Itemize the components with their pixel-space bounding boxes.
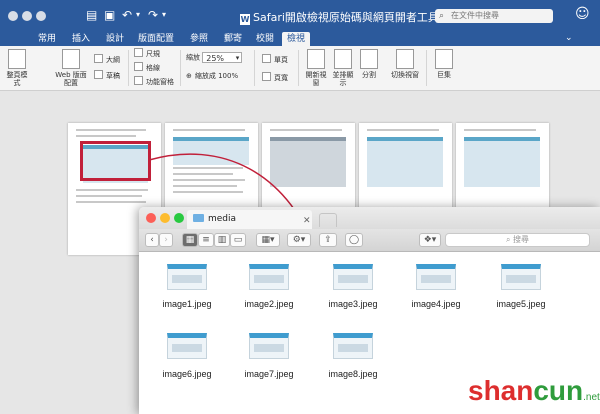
jpeg-thumbnail-icon	[249, 264, 289, 290]
file-name: image7.jpeg	[244, 369, 294, 379]
file-name: image6.jpeg	[162, 369, 212, 379]
finder-title-bar: media ✕	[139, 207, 600, 229]
arrange-button[interactable]: ▦▾	[256, 233, 280, 247]
jpeg-thumbnail-icon	[167, 333, 207, 359]
new-tab-button[interactable]	[319, 213, 337, 227]
forward-button[interactable]: ›	[159, 233, 173, 247]
finder-close-button[interactable]	[146, 213, 156, 223]
finder-search-field[interactable]: ⌕ 搜尋	[445, 233, 590, 247]
watermark-suffix: .net	[583, 392, 600, 403]
file-name: image8.jpeg	[328, 369, 378, 379]
share-button[interactable]: ⇪	[319, 233, 337, 247]
jpeg-thumbnail-icon	[333, 264, 373, 290]
jpeg-thumbnail-icon	[249, 333, 289, 359]
file-name: image1.jpeg	[162, 299, 212, 309]
watermark-text-b: cun	[533, 375, 584, 406]
jpeg-thumbnail-icon	[333, 333, 373, 359]
search-icon: ⌕	[505, 235, 514, 244]
folder-name: media	[208, 214, 237, 224]
column-view-button[interactable]: ▥	[214, 233, 230, 247]
list-view-button[interactable]: ≡	[198, 233, 214, 247]
finder-search-placeholder: 搜尋	[513, 235, 530, 244]
icon-view-button[interactable]: ▦	[182, 233, 198, 247]
jpeg-thumbnail-icon	[167, 264, 207, 290]
file-name: image5.jpeg	[496, 299, 546, 309]
action-gear-button[interactable]: ⚙▾	[287, 233, 311, 247]
back-button[interactable]: ‹	[145, 233, 159, 247]
site-watermark: shancun.net	[468, 375, 600, 407]
file-name: image2.jpeg	[244, 299, 294, 309]
finder-minimize-button[interactable]	[160, 213, 170, 223]
folder-icon	[193, 214, 204, 222]
jpeg-thumbnail-icon	[416, 264, 456, 290]
watermark-text-a: shan	[468, 375, 534, 406]
finder-tab-media[interactable]: media	[187, 210, 312, 229]
file-name: image3.jpeg	[328, 299, 378, 309]
finder-toolbar: ‹ › ▦ ≡ ▥ ▭ ▦▾ ⚙▾ ⇪ ◯ ❖▾ ⌕ 搜尋	[139, 229, 600, 252]
finder-zoom-button[interactable]	[174, 213, 184, 223]
cover-flow-button[interactable]: ▭	[230, 233, 246, 247]
file-name: image4.jpeg	[411, 299, 461, 309]
jpeg-thumbnail-icon	[501, 264, 541, 290]
dropbox-button[interactable]: ❖▾	[419, 233, 441, 247]
tags-button[interactable]: ◯	[345, 233, 363, 247]
tab-close-icon[interactable]: ✕	[303, 216, 311, 226]
